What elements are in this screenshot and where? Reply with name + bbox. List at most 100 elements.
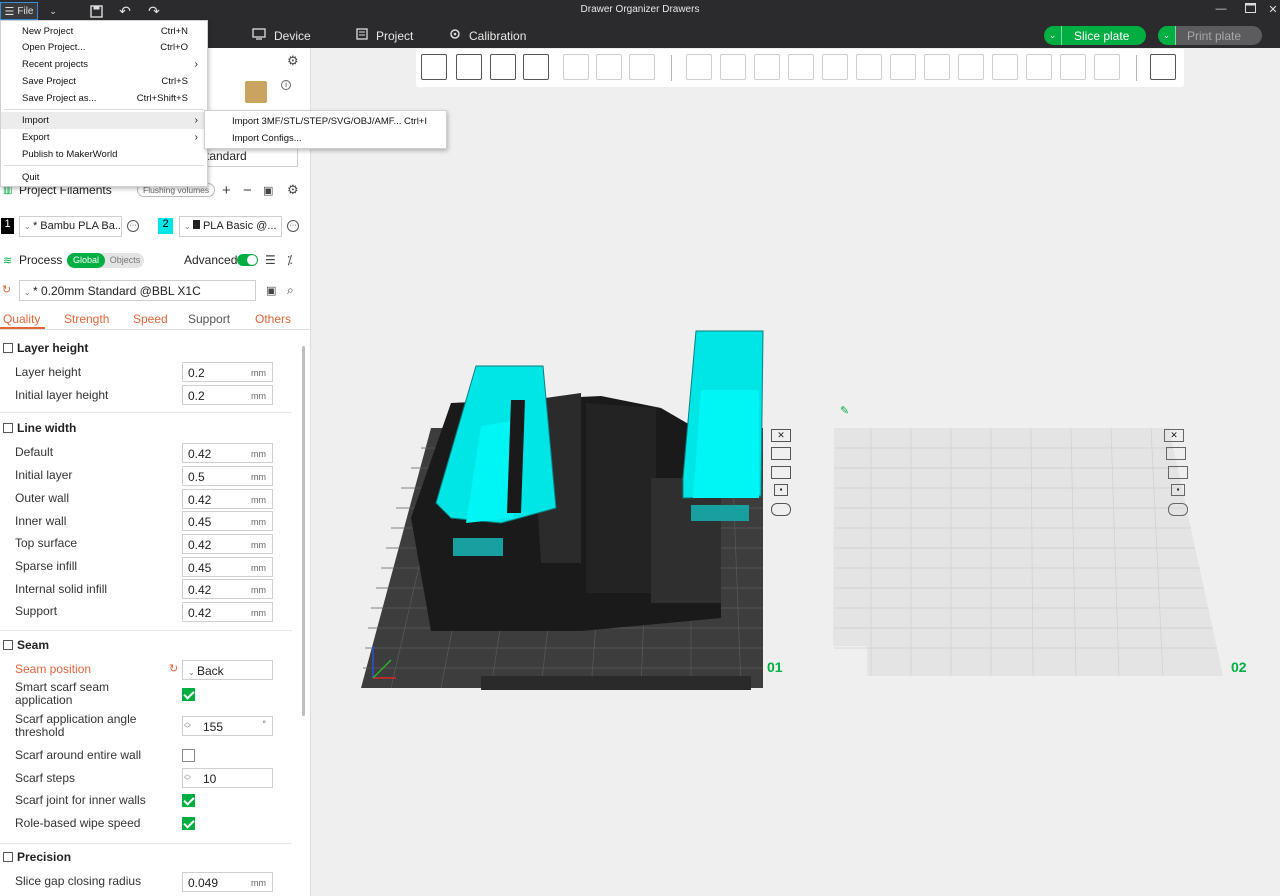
lock-plate-icon[interactable]: ▪ [774,484,788,496]
support-line-width-input[interactable]: 0.42 mm [182,602,273,622]
lay-on-face-icon[interactable] [788,54,814,80]
support-paint-icon[interactable] [890,54,916,80]
print-plate-button[interactable]: ⌄ Print plate [1158,26,1262,45]
variable-layer-height-icon[interactable] [1094,54,1120,80]
mesh-boolean-icon[interactable] [856,54,882,80]
add-plate-icon[interactable] [456,54,482,80]
initial-layer-height-input[interactable]: 0.2 mm [182,385,273,405]
tab-others[interactable]: Others [255,312,291,326]
menu-item-publish-makerworld[interactable]: Publish to MakerWorld [1,146,207,163]
cut-icon[interactable] [822,54,848,80]
view-mode-icon[interactable] [1150,54,1176,80]
tab-support[interactable]: Support [188,312,230,326]
delete-plate-icon[interactable]: ✕ [1164,429,1184,442]
arrange-plate-icon[interactable] [771,447,791,460]
initial-layer-line-width-input[interactable]: 0.5 mm [182,466,273,486]
arrange-plate-icon[interactable] [1166,447,1186,460]
measure-icon[interactable] [1026,54,1052,80]
move-icon[interactable] [686,54,712,80]
plate-thumbnail[interactable] [245,81,267,103]
menu-item-save-project[interactable]: Save Project Ctrl+S [1,73,207,90]
close-icon[interactable]: ✕ [1265,3,1280,17]
layers-icon[interactable] [629,54,655,80]
inner-wall-line-width-input[interactable]: 0.45 mm [182,511,273,531]
assembly-icon[interactable] [1060,54,1086,80]
slice-plate-button[interactable]: ⌄ Slice plate [1044,26,1146,45]
menu-item-import-configs[interactable]: Import Configs... [205,130,446,147]
tab-strength[interactable]: Strength [64,312,109,326]
menu-item-quit[interactable]: Quit [1,169,207,186]
add-object-icon[interactable] [421,54,447,80]
scarf-entire-wall-checkbox[interactable] [182,749,195,762]
add-filament-icon[interactable]: + [222,182,231,199]
slice-dropdown-icon[interactable]: ⌄ [1044,26,1062,45]
maximize-icon[interactable] [1242,3,1258,17]
reset-icon[interactable]: ↻ [2,283,11,296]
menu-item-save-project-as[interactable]: Save Project as... Ctrl+Shift+S [1,90,207,107]
objects-option[interactable]: Objects [107,253,143,268]
arrange-icon[interactable] [523,54,549,80]
tab-project[interactable]: Project [356,28,413,43]
filament-slot-1[interactable]: 1 ⌄ * Bambu PLA Ba... ··· [0,216,150,238]
lock-plate-icon[interactable]: ▪ [1171,484,1185,496]
plate-settings-icon[interactable] [771,503,791,516]
tab-device[interactable]: Device [252,28,311,43]
internal-solid-infill-line-width-input[interactable]: 0.42 mm [182,579,273,599]
filament-settings-gear-icon[interactable]: ⚙ [287,182,299,198]
filament-select[interactable]: ⌄ PLA Basic @... [179,216,282,237]
info-icon[interactable]: i [281,80,291,90]
tab-quality[interactable]: Quality [3,312,40,326]
slice-gap-closing-radius-input[interactable]: 0.049 mm [182,872,273,892]
filament-select[interactable]: ⌄ * Bambu PLA Ba... [19,216,122,237]
delete-plate-icon[interactable]: ✕ [771,429,791,442]
scarf-angle-input[interactable]: 155 ° [182,716,273,736]
scarf-angle-spinner-icon[interactable]: ︿ ﹀ [184,719,191,733]
list-view-icon[interactable]: ☰ [265,253,276,267]
compare-icon[interactable]: ⁒ [287,253,292,267]
part-split-icon[interactable] [596,54,622,80]
outer-wall-line-width-input[interactable]: 0.42 mm [182,489,273,509]
search-icon[interactable]: ⌕ [287,283,294,298]
menu-item-import[interactable]: Import › [1,112,207,129]
scale-icon[interactable] [754,54,780,80]
auto-orient-icon[interactable] [490,54,516,80]
remove-filament-icon[interactable]: − [243,182,252,199]
drawer-models[interactable] [411,330,764,631]
tab-speed[interactable]: Speed [133,312,168,326]
plate-2-edit-icon[interactable]: ✎ [840,404,849,417]
smart-scarf-checkbox[interactable] [182,688,195,701]
menu-item-import-3mf[interactable]: Import 3MF/STL/STEP/SVG/OBJ/AMF... Ctrl+I [205,113,446,130]
color-paint-icon[interactable] [992,54,1018,80]
filament-edit-icon[interactable]: ··· [287,220,299,232]
advanced-toggle[interactable] [237,254,258,266]
print-dropdown-icon[interactable]: ⌄ [1158,26,1176,45]
plate-settings-icon[interactable] [1168,503,1188,516]
sync-filament-icon[interactable]: ▣ [263,184,273,197]
layer-height-input[interactable]: 0.2 mm [182,362,273,382]
role-wipe-speed-checkbox[interactable] [182,817,195,830]
seam-position-select[interactable]: ⌄ Back [182,660,273,680]
menu-item-recent-projects[interactable]: Recent projects › [1,56,207,73]
menu-item-new-project[interactable]: New Project Ctrl+N [1,23,207,40]
top-surface-line-width-input[interactable]: 0.42 mm [182,534,273,554]
orient-plate-icon[interactable] [771,466,791,479]
tab-calibration[interactable]: Calibration [449,28,526,43]
seam-paint-icon[interactable] [924,54,950,80]
printer-settings-gear-icon[interactable]: ⚙ [287,53,299,69]
sparse-infill-line-width-input[interactable]: 0.45 mm [182,557,273,577]
text-icon[interactable] [958,54,984,80]
global-objects-toggle[interactable]: Global Objects [67,253,144,268]
filament-edit-icon[interactable]: ··· [127,220,139,232]
default-line-width-input[interactable]: 0.42 mm [182,443,273,463]
save-preset-icon[interactable]: ▣ [266,284,276,297]
menu-item-open-project[interactable]: Open Project... Ctrl+O [1,39,207,56]
rotate-icon[interactable] [720,54,746,80]
scarf-inner-walls-checkbox[interactable] [182,794,195,807]
menu-item-export[interactable]: Export › [1,129,207,146]
orient-plate-icon[interactable] [1168,466,1188,479]
filament-slot-2[interactable]: 2 ⌄ PLA Basic @... ··· [157,216,307,238]
sidebar-scrollbar[interactable] [302,346,305,716]
minimize-icon[interactable]: — [1213,3,1229,17]
scarf-steps-input[interactable]: 10 [182,768,273,788]
process-preset-select[interactable]: ⌄ * 0.20mm Standard @BBL X1C [19,280,256,301]
